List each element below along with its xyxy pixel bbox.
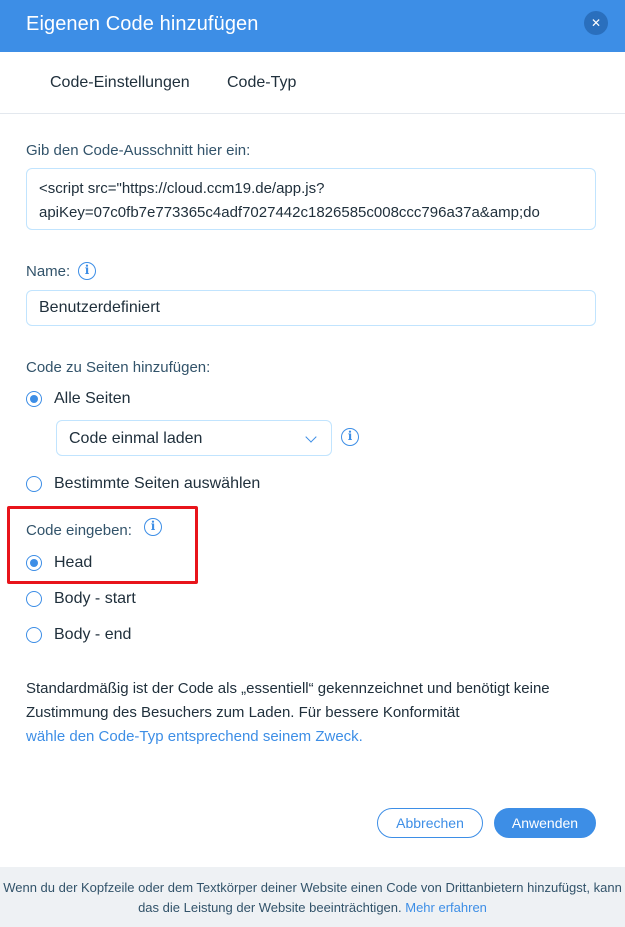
tab-bar: Code-Einstellungen Code-Typ — [0, 52, 625, 114]
code-line-1: <script src="https://cloud.ccm19.de/app.… — [39, 180, 325, 197]
chevron-down-icon — [305, 431, 317, 443]
specific-pages-radio[interactable] — [26, 476, 42, 492]
close-button[interactable]: ✕ — [584, 11, 608, 35]
info-icon[interactable]: i — [341, 428, 359, 446]
code-line-2: apiKey=07c0fb7e773365c4adf7027442c182658… — [39, 204, 540, 221]
dialog-title: Eigenen Code hinzufügen — [26, 13, 259, 35]
code-snippet-field[interactable]: <script src="https://cloud.ccm19.de/app.… — [26, 168, 596, 230]
footer-text: Wenn du der Kopfzeile oder dem Textkörpe… — [3, 880, 622, 915]
consent-info: Standardmäßig ist der Code als „essentie… — [26, 677, 606, 749]
load-mode-select[interactable]: Code einmal laden — [56, 420, 332, 456]
body-start-label[interactable]: Body - start — [54, 590, 136, 608]
name-field[interactable]: Benutzerdefiniert — [26, 290, 596, 326]
tab-code-settings[interactable]: Code-Einstellungen — [50, 74, 190, 92]
highlight-annotation — [7, 506, 198, 584]
learn-more-link[interactable]: Mehr erfahren — [405, 900, 487, 915]
all-pages-radio[interactable] — [26, 391, 42, 407]
snippet-label: Gib den Code-Ausschnitt hier ein: — [26, 142, 251, 159]
body-start-radio[interactable] — [26, 591, 42, 607]
all-pages-label[interactable]: Alle Seiten — [54, 390, 131, 408]
apply-button[interactable]: Anwenden — [494, 808, 596, 838]
dialog-header: Eigenen Code hinzufügen ✕ — [0, 0, 625, 52]
consent-info-text: Standardmäßig ist der Code als „essentie… — [26, 680, 550, 721]
body-end-radio[interactable] — [26, 627, 42, 643]
specific-pages-label[interactable]: Bestimmte Seiten auswählen — [54, 475, 260, 493]
footer-note: Wenn du der Kopfzeile oder dem Textkörpe… — [0, 867, 625, 927]
cancel-button[interactable]: Abbrechen — [377, 808, 483, 838]
close-icon: ✕ — [590, 16, 602, 30]
code-type-link[interactable]: wähle den Code-Typ entsprechend seinem Z… — [26, 728, 363, 745]
info-icon[interactable]: i — [78, 262, 96, 280]
body-end-label[interactable]: Body - end — [54, 626, 131, 644]
load-mode-value: Code einmal laden — [69, 430, 203, 447]
tab-code-type[interactable]: Code-Typ — [227, 74, 296, 92]
pages-label: Code zu Seiten hinzufügen: — [26, 359, 211, 376]
name-label: Name: — [26, 263, 71, 280]
